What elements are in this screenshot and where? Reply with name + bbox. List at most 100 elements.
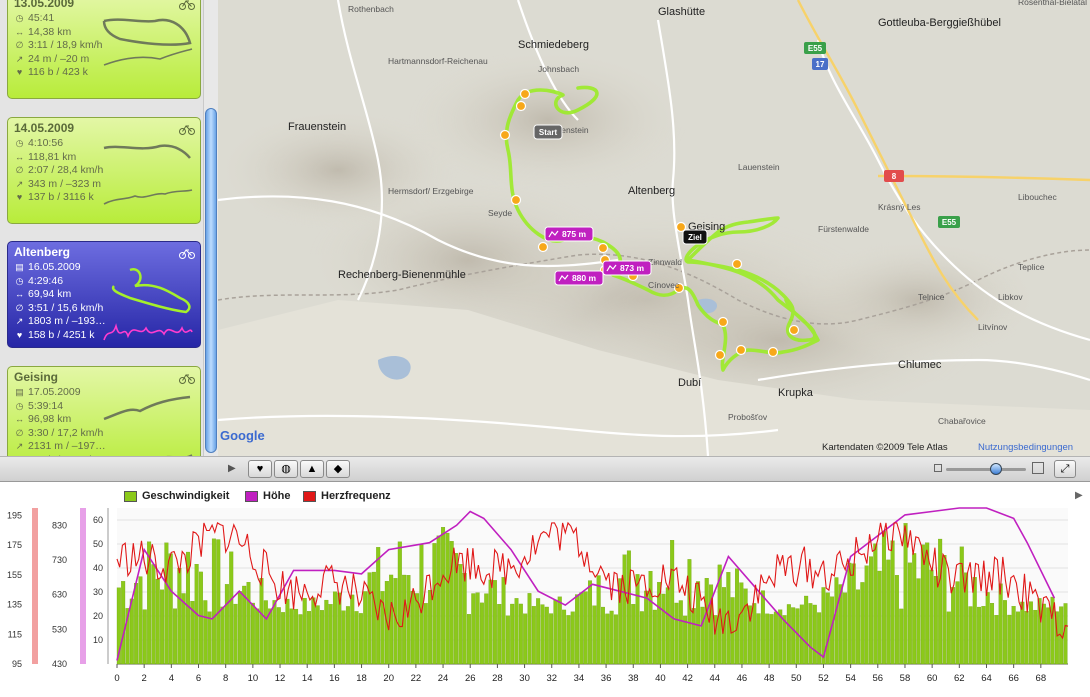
speed-bar xyxy=(592,605,597,665)
x-tick-label: 12 xyxy=(275,673,286,684)
tour-card[interactable]: 14.05.2009 ◷ 4:10:56 ↔ 118,81 km ∅ 2:07 / 28,4… xyxy=(7,117,201,224)
route-view-button[interactable]: ◍ xyxy=(274,460,298,478)
speed-bar xyxy=(363,591,368,665)
tour-card[interactable]: Altenberg ▤ 16.05.2009 ◷ 4:29:46 ↔ 69,94 km ∅ 3:… xyxy=(7,241,201,348)
speed-bar xyxy=(488,579,493,665)
start-marker[interactable]: Start xyxy=(533,124,563,140)
speed-bar xyxy=(540,604,545,665)
tour-stat-speed: ∅ 2:07 / 28,4 km/h xyxy=(14,164,104,178)
speed-bar xyxy=(397,541,402,665)
tour-stat-value: 3:51 / 15,6 km/h xyxy=(28,301,104,314)
x-tick-label: 52 xyxy=(818,673,829,684)
speed-bar xyxy=(207,611,212,665)
calendar-icon: ▤ xyxy=(15,262,24,272)
zoom-slider-knob[interactable] xyxy=(990,463,1002,475)
zoom-in-icon[interactable] xyxy=(1032,462,1044,474)
speed-bar xyxy=(873,543,878,665)
tour-stats: ▤ 16.05.2009 ◷ 4:29:46 ↔ 69,94 km ∅ 3:51 / 15,6… xyxy=(14,261,106,343)
tag-view-button[interactable]: ◆ xyxy=(326,460,350,478)
tour-card[interactable]: 13.05.2009 ◷ 45:41 ↔ 14,38 km ∅ 3:11 / 18,9 km… xyxy=(7,0,201,99)
tour-stat-distance: ↔ 96,98 km xyxy=(14,413,106,427)
speed-bar xyxy=(955,581,960,665)
terms-link[interactable]: Nutzungsbedingungen xyxy=(978,442,1073,453)
x-tick-label: 64 xyxy=(981,673,992,684)
speed-bar xyxy=(1003,600,1007,665)
speed-bar xyxy=(812,604,817,665)
zoom-out-icon[interactable] xyxy=(934,464,942,472)
speed-bar xyxy=(523,613,528,665)
speed-bar xyxy=(912,553,917,665)
map-place-label: Chlumec xyxy=(898,359,942,371)
tour-stats: ◷ 4:10:56 ↔ 118,81 km ∅ 2:07 / 28,4 km/h ↗ 343 … xyxy=(14,137,103,205)
speed-tick-label: 10 xyxy=(93,635,103,645)
speed-bar xyxy=(536,598,541,665)
play-icon[interactable]: ▶ xyxy=(228,463,236,474)
scrollbar-thumb[interactable] xyxy=(205,108,217,453)
speed-bar xyxy=(687,559,692,665)
speed-bar xyxy=(825,592,830,665)
speed-bar xyxy=(471,593,476,665)
tour-list: 13.05.2009 ◷ 45:41 ↔ 14,38 km ∅ 3:11 / 18,9 km… xyxy=(0,0,218,456)
speed-bar xyxy=(704,577,709,665)
x-tick-label: 26 xyxy=(465,673,476,684)
svg-text:Ziel: Ziel xyxy=(688,233,702,242)
speed-bar xyxy=(198,571,203,665)
heart-view-button[interactable]: ♥ xyxy=(248,460,272,478)
tour-stat-heart: ♥ 158 b / 4251 k xyxy=(14,329,106,343)
speed-bar xyxy=(786,604,791,665)
speed-bar xyxy=(951,587,956,665)
route-map[interactable]: Rothenbach Glashütte Gottleuba-Berggießhüb… xyxy=(218,0,1090,456)
fullscreen-button[interactable]: ⤢ xyxy=(1054,460,1076,478)
x-tick-label: 32 xyxy=(546,673,557,684)
speed-bar xyxy=(341,610,346,665)
tour-stat-value: 2:07 / 28,4 km/h xyxy=(28,164,104,177)
speed-bar xyxy=(246,582,251,665)
speed-bar xyxy=(1015,611,1020,665)
speed-bar xyxy=(631,604,636,665)
map-copyright: Kartendaten ©2009 Tele Atlas xyxy=(822,442,948,453)
tour-stat-value: 4:10:56 xyxy=(28,137,64,149)
x-tick-label: 60 xyxy=(927,673,938,684)
speed-bar xyxy=(998,583,1003,665)
tour-list-scrollbar[interactable] xyxy=(203,0,218,456)
pace-icon: ∅ xyxy=(15,40,24,51)
map-place-label: Telnice xyxy=(918,292,945,302)
map-place-label: Glashütte xyxy=(658,6,705,18)
height-tick-label: 630 xyxy=(52,590,67,600)
tour-stat-value: 24 m / –20 m xyxy=(28,52,90,65)
tour-stat-value: 116 b / 423 k xyxy=(28,66,88,79)
speed-bar xyxy=(639,611,644,665)
speed-bar xyxy=(760,590,765,665)
speed-bar xyxy=(674,602,679,665)
peak-marker-2[interactable]: 873 m xyxy=(602,260,652,276)
x-tick-label: 66 xyxy=(1008,673,1019,684)
speed-bar xyxy=(211,538,216,665)
svg-text:880 m: 880 m xyxy=(572,273,597,283)
zoom-slider[interactable] xyxy=(946,463,1026,475)
activity-chart[interactable]: 1020304050604305306307308309511513515517… xyxy=(0,482,1090,697)
speed-bar xyxy=(549,613,554,665)
height-tick-label: 730 xyxy=(52,555,67,565)
speed-bar xyxy=(484,593,489,665)
x-tick-label: 16 xyxy=(329,673,340,684)
speed-bar xyxy=(281,612,286,665)
x-tick-label: 8 xyxy=(223,673,228,684)
speed-bar xyxy=(428,590,433,665)
tour-stat-value: 96,98 km xyxy=(28,413,72,426)
tour-card[interactable]: Geising ▤ 17.05.2009 ◷ 5:39:14 ↔ 96,98 km ∅ 3:30… xyxy=(7,366,201,456)
map-place-label: Krásný Les xyxy=(878,202,921,212)
tour-title: Altenberg xyxy=(14,245,71,259)
map-canvas[interactable]: Rothenbach Glashütte Gottleuba-Berggießhüb… xyxy=(218,0,1090,456)
speed-bar xyxy=(475,592,480,665)
speed-bar xyxy=(237,591,242,665)
map-place-label: Hartmannsdorf-Reichenau xyxy=(388,56,488,66)
peak-marker-3[interactable]: 880 m xyxy=(554,270,604,286)
speed-bar xyxy=(977,606,982,665)
map-place-label: Rechenberg-Bienenmühle xyxy=(338,269,466,281)
person-view-button[interactable]: ▲ xyxy=(300,460,324,478)
speed-bar xyxy=(596,575,601,665)
peak-marker-1[interactable]: 875 m xyxy=(544,226,594,242)
finish-marker[interactable]: Ziel xyxy=(682,229,708,245)
google-logo: Google xyxy=(220,428,265,443)
speed-bar xyxy=(531,606,536,665)
